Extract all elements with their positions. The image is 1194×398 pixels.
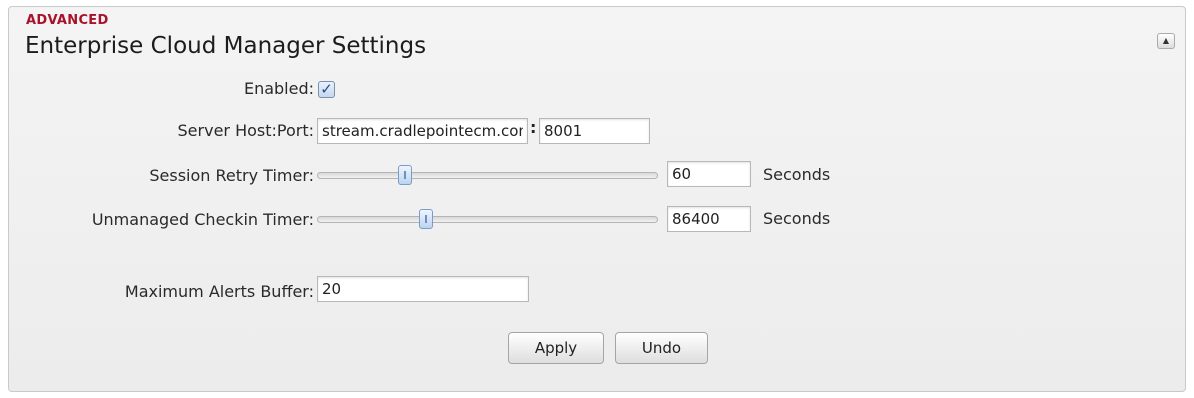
panel-title: Enterprise Cloud Manager Settings xyxy=(25,33,427,59)
undo-button[interactable]: Undo xyxy=(615,332,708,364)
section-label: ADVANCED xyxy=(26,13,109,28)
unmanaged-checkin-input[interactable] xyxy=(667,206,751,232)
server-host-port-label: Server Host:Port: xyxy=(177,121,314,140)
enabled-checkbox[interactable]: ✓ xyxy=(318,81,335,98)
session-retry-input[interactable] xyxy=(667,161,751,187)
server-host-input[interactable] xyxy=(317,118,528,144)
session-retry-unit: Seconds xyxy=(763,165,831,184)
unmanaged-checkin-slider-thumb[interactable] xyxy=(419,209,433,229)
unmanaged-checkin-unit: Seconds xyxy=(763,209,831,228)
unmanaged-checkin-slider[interactable] xyxy=(317,209,658,229)
session-retry-label: Session Retry Timer: xyxy=(149,166,314,185)
collapse-up-icon[interactable]: ▲ xyxy=(1157,33,1175,49)
server-port-input[interactable] xyxy=(539,118,650,144)
host-port-separator: : xyxy=(530,118,537,137)
session-retry-slider-thumb[interactable] xyxy=(398,165,412,185)
session-retry-slider[interactable] xyxy=(317,165,658,185)
enabled-label: Enabled: xyxy=(243,79,314,98)
unmanaged-checkin-label: Unmanaged Checkin Timer: xyxy=(91,210,314,229)
max-alerts-input[interactable] xyxy=(317,276,529,302)
apply-button[interactable]: Apply xyxy=(508,332,604,364)
max-alerts-label: Maximum Alerts Buffer: xyxy=(124,282,314,301)
